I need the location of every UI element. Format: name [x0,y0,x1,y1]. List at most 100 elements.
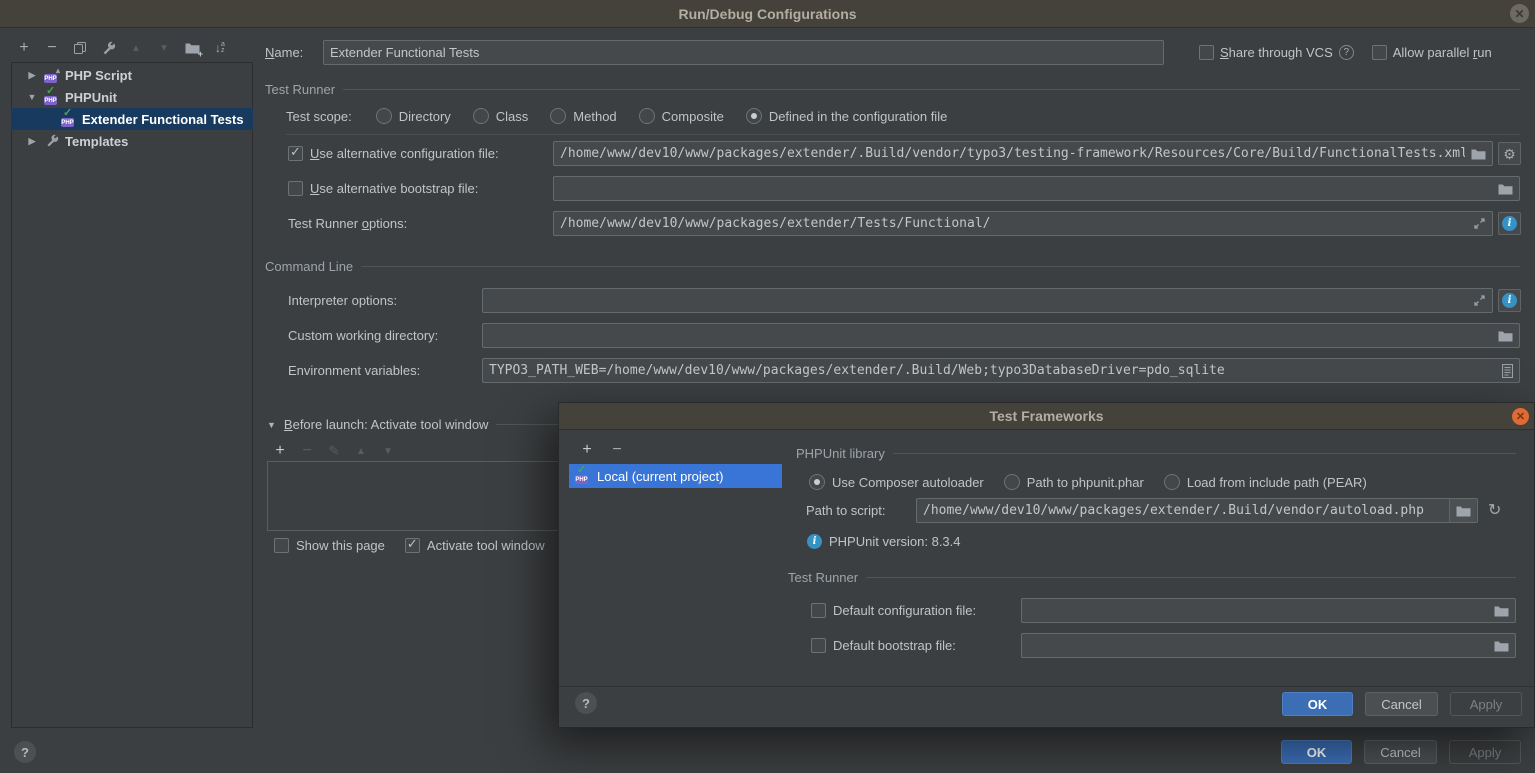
show-this-page-checkbox[interactable] [274,538,289,553]
folder-icon[interactable] [1498,330,1513,342]
library-options-row: Use Composer autoloader Path to phpunit.… [809,472,1367,492]
folder-icon[interactable] [1494,605,1509,617]
use-alt-config-checkbox[interactable] [288,146,303,161]
dialog-ok-button[interactable]: OK [1282,692,1353,716]
chevron-right-icon[interactable]: ▶ [25,70,39,81]
alt-config-input[interactable]: /home/www/dev10/www/packages/extender/.B… [553,141,1493,166]
dialog-apply-button[interactable]: Apply [1450,692,1522,716]
tree-item-extender-functional-tests[interactable]: ✓PHP Extender Functional Tests [11,108,253,130]
tree-item-label: PHP Script [65,68,132,83]
run-debug-configurations-window: Run/Debug Configurations ✕ + − ▲ ▼ + ↓az… [0,0,1535,773]
close-icon: ✕ [1516,410,1525,423]
help-question-icon[interactable]: ? [1339,45,1354,60]
refresh-icon[interactable]: ↻ [1488,500,1501,520]
share-through-vcs-checkbox[interactable] [1199,45,1214,60]
default-config-row: Default configuration file: [811,598,976,623]
divider [559,686,1534,687]
test-runner-options-row: Test Runner options: [288,211,407,236]
add-icon[interactable]: + [579,442,595,458]
ok-button[interactable]: OK [1281,740,1352,764]
tree-item-templates[interactable]: ▶ Templates [11,130,253,152]
framework-item-local[interactable]: ✓PHP Local (current project) [569,464,782,488]
path-to-script-input[interactable]: /home/www/dev10/www/packages/extender/.B… [916,498,1478,523]
dialog-test-runner-header: Test Runner [788,570,1516,585]
configurations-tree [11,62,253,728]
apply-button[interactable]: Apply [1449,740,1521,764]
path-to-script-label: Path to script: [806,503,885,518]
tree-item-phpunit[interactable]: ▼ ✓PHP PHPUnit [11,86,253,108]
chevron-down-icon[interactable]: ▼ [25,92,39,102]
activate-tool-window-checkbox[interactable] [405,538,420,553]
scope-directory-radio[interactable]: Directory [376,108,451,124]
folder-icon[interactable] [1494,640,1509,652]
use-alt-bootstrap-label: Use alternative bootstrap file: [310,181,478,196]
folder-button[interactable] [1449,499,1476,522]
wrench-icon[interactable] [100,40,116,56]
default-bootstrap-input[interactable] [1021,633,1516,658]
window-titlebar: Run/Debug Configurations [0,0,1535,28]
list-icon[interactable] [1502,364,1513,378]
move-up-icon[interactable]: ▲ [353,443,369,459]
expand-icon[interactable] [1473,217,1486,230]
default-bootstrap-checkbox[interactable] [811,638,826,653]
page-options-row: Show this page Activate tool window [274,536,545,554]
alt-config-settings-button[interactable]: ⚙ [1498,142,1521,165]
interpreter-options-info-button[interactable]: i [1498,289,1521,312]
tree-item-label: Extender Functional Tests [82,112,244,127]
test-scope-row: Test scope: Directory Class Method Compo… [286,106,947,126]
move-down-icon[interactable]: ▼ [380,443,396,459]
environment-variables-input[interactable]: TYPO3_PATH_WEB=/home/www/dev10/www/packa… [482,358,1520,383]
scope-method-radio[interactable]: Method [550,108,616,124]
folder-icon[interactable] [1471,148,1486,160]
default-config-input[interactable] [1021,598,1516,623]
use-alt-bootstrap-checkbox[interactable] [288,181,303,196]
scope-defined-in-config-radio[interactable]: Defined in the configuration file [746,108,948,124]
dialog-cancel-button[interactable]: Cancel [1365,692,1438,716]
pencil-icon[interactable]: ✎ [326,443,342,459]
sort-alphabetically-icon[interactable]: ↓az [212,40,228,56]
load-from-include-path-radio[interactable]: Load from include path (PEAR) [1164,474,1367,490]
scope-composite-radio[interactable]: Composite [639,108,724,124]
alt-bootstrap-row: Use alternative bootstrap file: [288,176,478,201]
tree-item-php-script[interactable]: ▶ ▴PHP PHP Script [11,64,253,86]
remove-icon[interactable]: − [44,40,60,56]
tree-toolbar: + − ▲ ▼ + ↓az [16,40,228,56]
folder-icon[interactable] [1498,183,1513,195]
before-launch-label: Before launch: Activate tool window [284,417,489,432]
info-icon: i [1502,293,1517,308]
test-runner-options-input[interactable]: /home/www/dev10/www/packages/extender/Te… [553,211,1493,236]
window-close-button[interactable]: ✕ [1510,4,1529,23]
remove-icon[interactable]: − [609,442,625,458]
path-to-phpunit-phar-radio[interactable]: Path to phpunit.phar [1004,474,1144,490]
chevron-right-icon[interactable]: ▶ [25,136,39,147]
move-down-icon[interactable]: ▼ [156,40,172,56]
alt-bootstrap-input[interactable] [553,176,1520,201]
custom-working-directory-input[interactable] [482,323,1520,348]
info-icon: i [807,534,822,549]
scope-class-radio[interactable]: Class [473,108,529,124]
phpunit-library-header: PHPUnit library [796,446,1516,461]
add-icon[interactable]: + [272,443,288,459]
use-composer-autoloader-radio[interactable]: Use Composer autoloader [809,474,984,490]
tree-item-label: Templates [65,134,128,149]
interpreter-options-input[interactable] [482,288,1493,313]
name-input[interactable]: Extender Functional Tests [323,40,1164,65]
default-config-checkbox[interactable] [811,603,826,618]
environment-variables-label: Environment variables: [288,363,420,378]
copy-icon[interactable] [72,40,88,56]
help-button[interactable]: ? [14,741,36,763]
remove-icon[interactable]: − [299,443,315,459]
allow-parallel-run-checkbox[interactable] [1372,45,1387,60]
test-frameworks-dialog: Test Frameworks ✕ + − ✓PHP Local (curren… [558,402,1535,728]
test-runner-options-info-button[interactable]: i [1498,212,1521,235]
new-folder-icon[interactable]: + [184,40,200,56]
dialog-help-button[interactable]: ? [575,692,597,714]
add-icon[interactable]: + [16,40,32,56]
dialog-close-button[interactable]: ✕ [1512,408,1529,425]
folder-icon [1456,505,1471,517]
wrench-icon [44,133,60,149]
move-up-icon[interactable]: ▲ [128,40,144,56]
tree-item-label: PHPUnit [65,90,117,105]
expand-icon[interactable] [1473,294,1486,307]
cancel-button[interactable]: Cancel [1364,740,1437,764]
